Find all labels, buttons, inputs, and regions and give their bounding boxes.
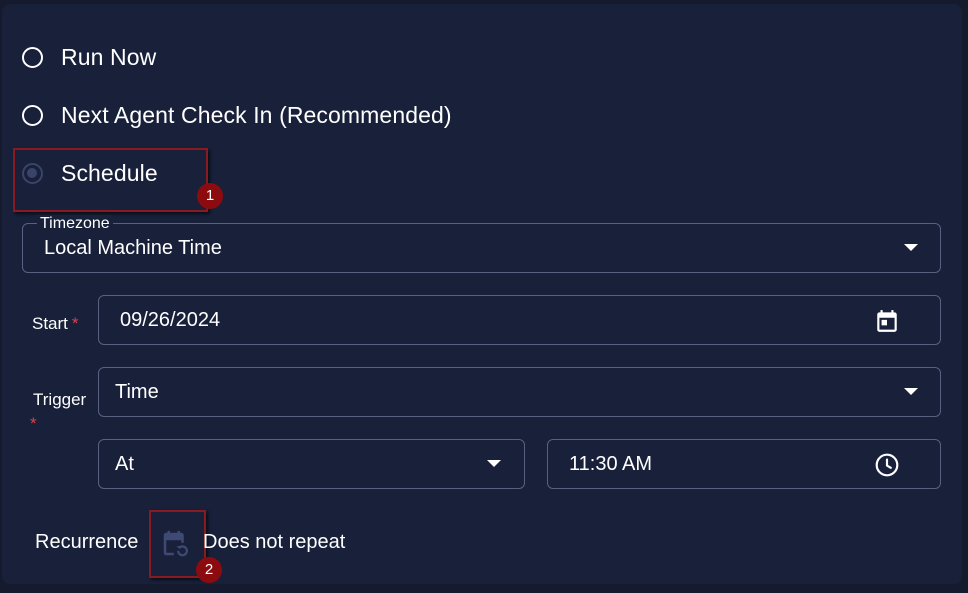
calendar-icon[interactable]	[874, 308, 900, 334]
next-check-in-label: Next Agent Check In (Recommended)	[61, 101, 452, 128]
chevron-down-icon	[904, 388, 918, 395]
recurrence-value: Does not repeat	[203, 531, 346, 553]
start-label: Start *	[32, 314, 79, 333]
run-now-label: Run Now	[61, 43, 157, 70]
timezone-select[interactable]: Local Machine Time	[22, 223, 941, 273]
chevron-down-icon	[904, 244, 918, 251]
at-select[interactable]: At	[98, 439, 525, 489]
timezone-legend: Timezone	[37, 215, 113, 233]
required-mark: *	[71, 314, 79, 333]
trigger-value: Time	[115, 381, 159, 403]
at-value: At	[115, 453, 134, 475]
trigger-label: Trigger	[33, 390, 87, 409]
next-check-in-radio[interactable]	[22, 104, 43, 126]
trigger-select[interactable]: Time	[98, 367, 941, 417]
next-check-in-option[interactable]: Next Agent Check In (Recommended)	[22, 100, 452, 130]
run-now-radio[interactable]	[22, 46, 43, 68]
chevron-down-icon	[487, 460, 501, 467]
schedule-highlight	[13, 148, 208, 212]
start-date-value: 09/26/2024	[120, 309, 221, 331]
annotation-badge-1: 1	[197, 183, 223, 209]
run-now-option[interactable]: Run Now	[22, 42, 156, 72]
recurrence-label: Recurrence	[35, 531, 139, 553]
clock-icon[interactable]	[874, 452, 900, 478]
time-input[interactable]: 11:30 AM	[547, 439, 941, 489]
start-date-input[interactable]: 09/26/2024	[98, 295, 941, 345]
trigger-required-mark: *	[30, 414, 37, 433]
time-value: 11:30 AM	[569, 453, 653, 475]
timezone-value: Local Machine Time	[44, 237, 222, 259]
schedule-panel	[2, 4, 962, 584]
annotation-badge-2: 2	[196, 557, 222, 583]
